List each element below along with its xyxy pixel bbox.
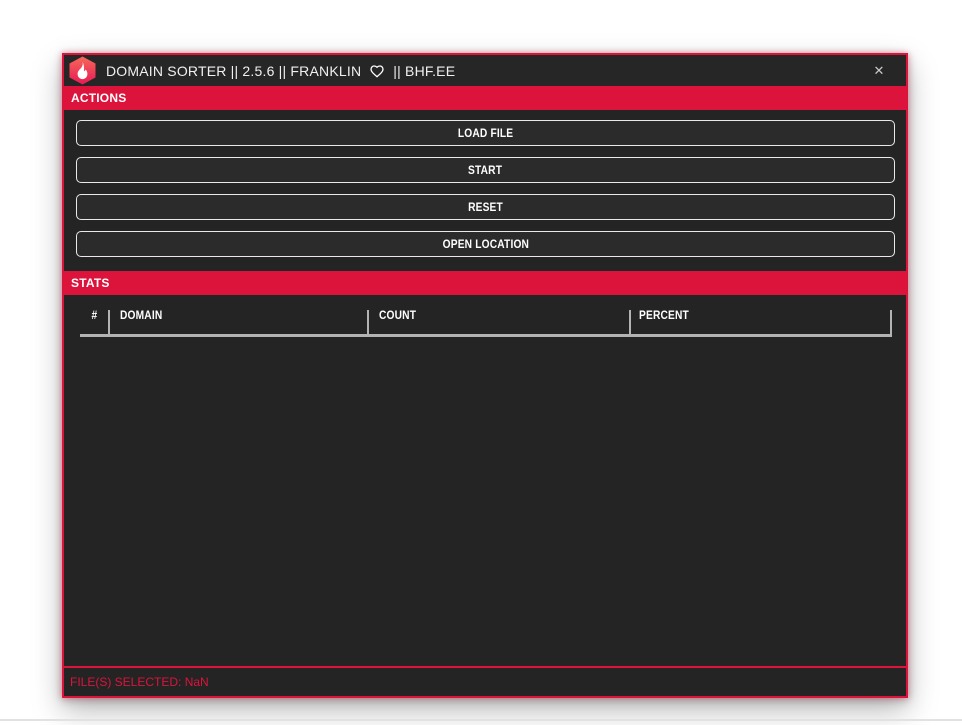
start-button[interactable]: START [76,157,895,183]
app-window: DOMAIN SORTER || 2.5.6 || FRANKLIN || BH… [62,53,908,698]
actions-header-label: ACTIONS [71,91,126,105]
column-header-count[interactable]: COUNT [369,295,629,334]
column-divider [890,310,892,334]
page-divider-line [0,719,962,721]
reset-button-label: RESET [468,200,503,214]
files-selected-status: FILE(S) SELECTED: NaN [70,675,209,689]
window-title-right: || BHF.EE [393,63,455,79]
window-title-left: DOMAIN SORTER || 2.5.6 || FRANKLIN [106,63,361,79]
stats-header-label: STATS [71,276,110,290]
column-header-percent[interactable]: PERCENT [631,295,890,334]
actions-section-header: ACTIONS [64,86,906,110]
open-location-button-label: OPEN LOCATION [442,237,528,251]
stats-section-header: STATS [64,271,906,295]
reset-button[interactable]: RESET [76,194,895,220]
stats-panel: # DOMAIN COUNT PERCENT [64,295,906,666]
open-location-button[interactable]: OPEN LOCATION [76,231,895,257]
flame-hexagon-icon [69,56,96,85]
column-header-number[interactable]: # [80,295,108,334]
close-icon[interactable]: ✕ [862,55,896,86]
load-file-button-label: LOAD FILE [458,126,513,140]
stats-table-header-row: # DOMAIN COUNT PERCENT [64,295,906,334]
stats-table-body [64,337,906,666]
column-header-domain[interactable]: DOMAIN [110,295,367,334]
actions-button-group: LOAD FILE START RESET OPEN LOCATION [64,110,906,271]
status-bar: FILE(S) SELECTED: NaN [64,666,906,696]
load-file-button[interactable]: LOAD FILE [76,120,895,146]
title-bar[interactable]: DOMAIN SORTER || 2.5.6 || FRANKLIN || BH… [64,55,906,86]
heart-outline-icon [368,63,386,79]
start-button-label: START [468,163,502,177]
window-title: DOMAIN SORTER || 2.5.6 || FRANKLIN || BH… [106,63,455,79]
